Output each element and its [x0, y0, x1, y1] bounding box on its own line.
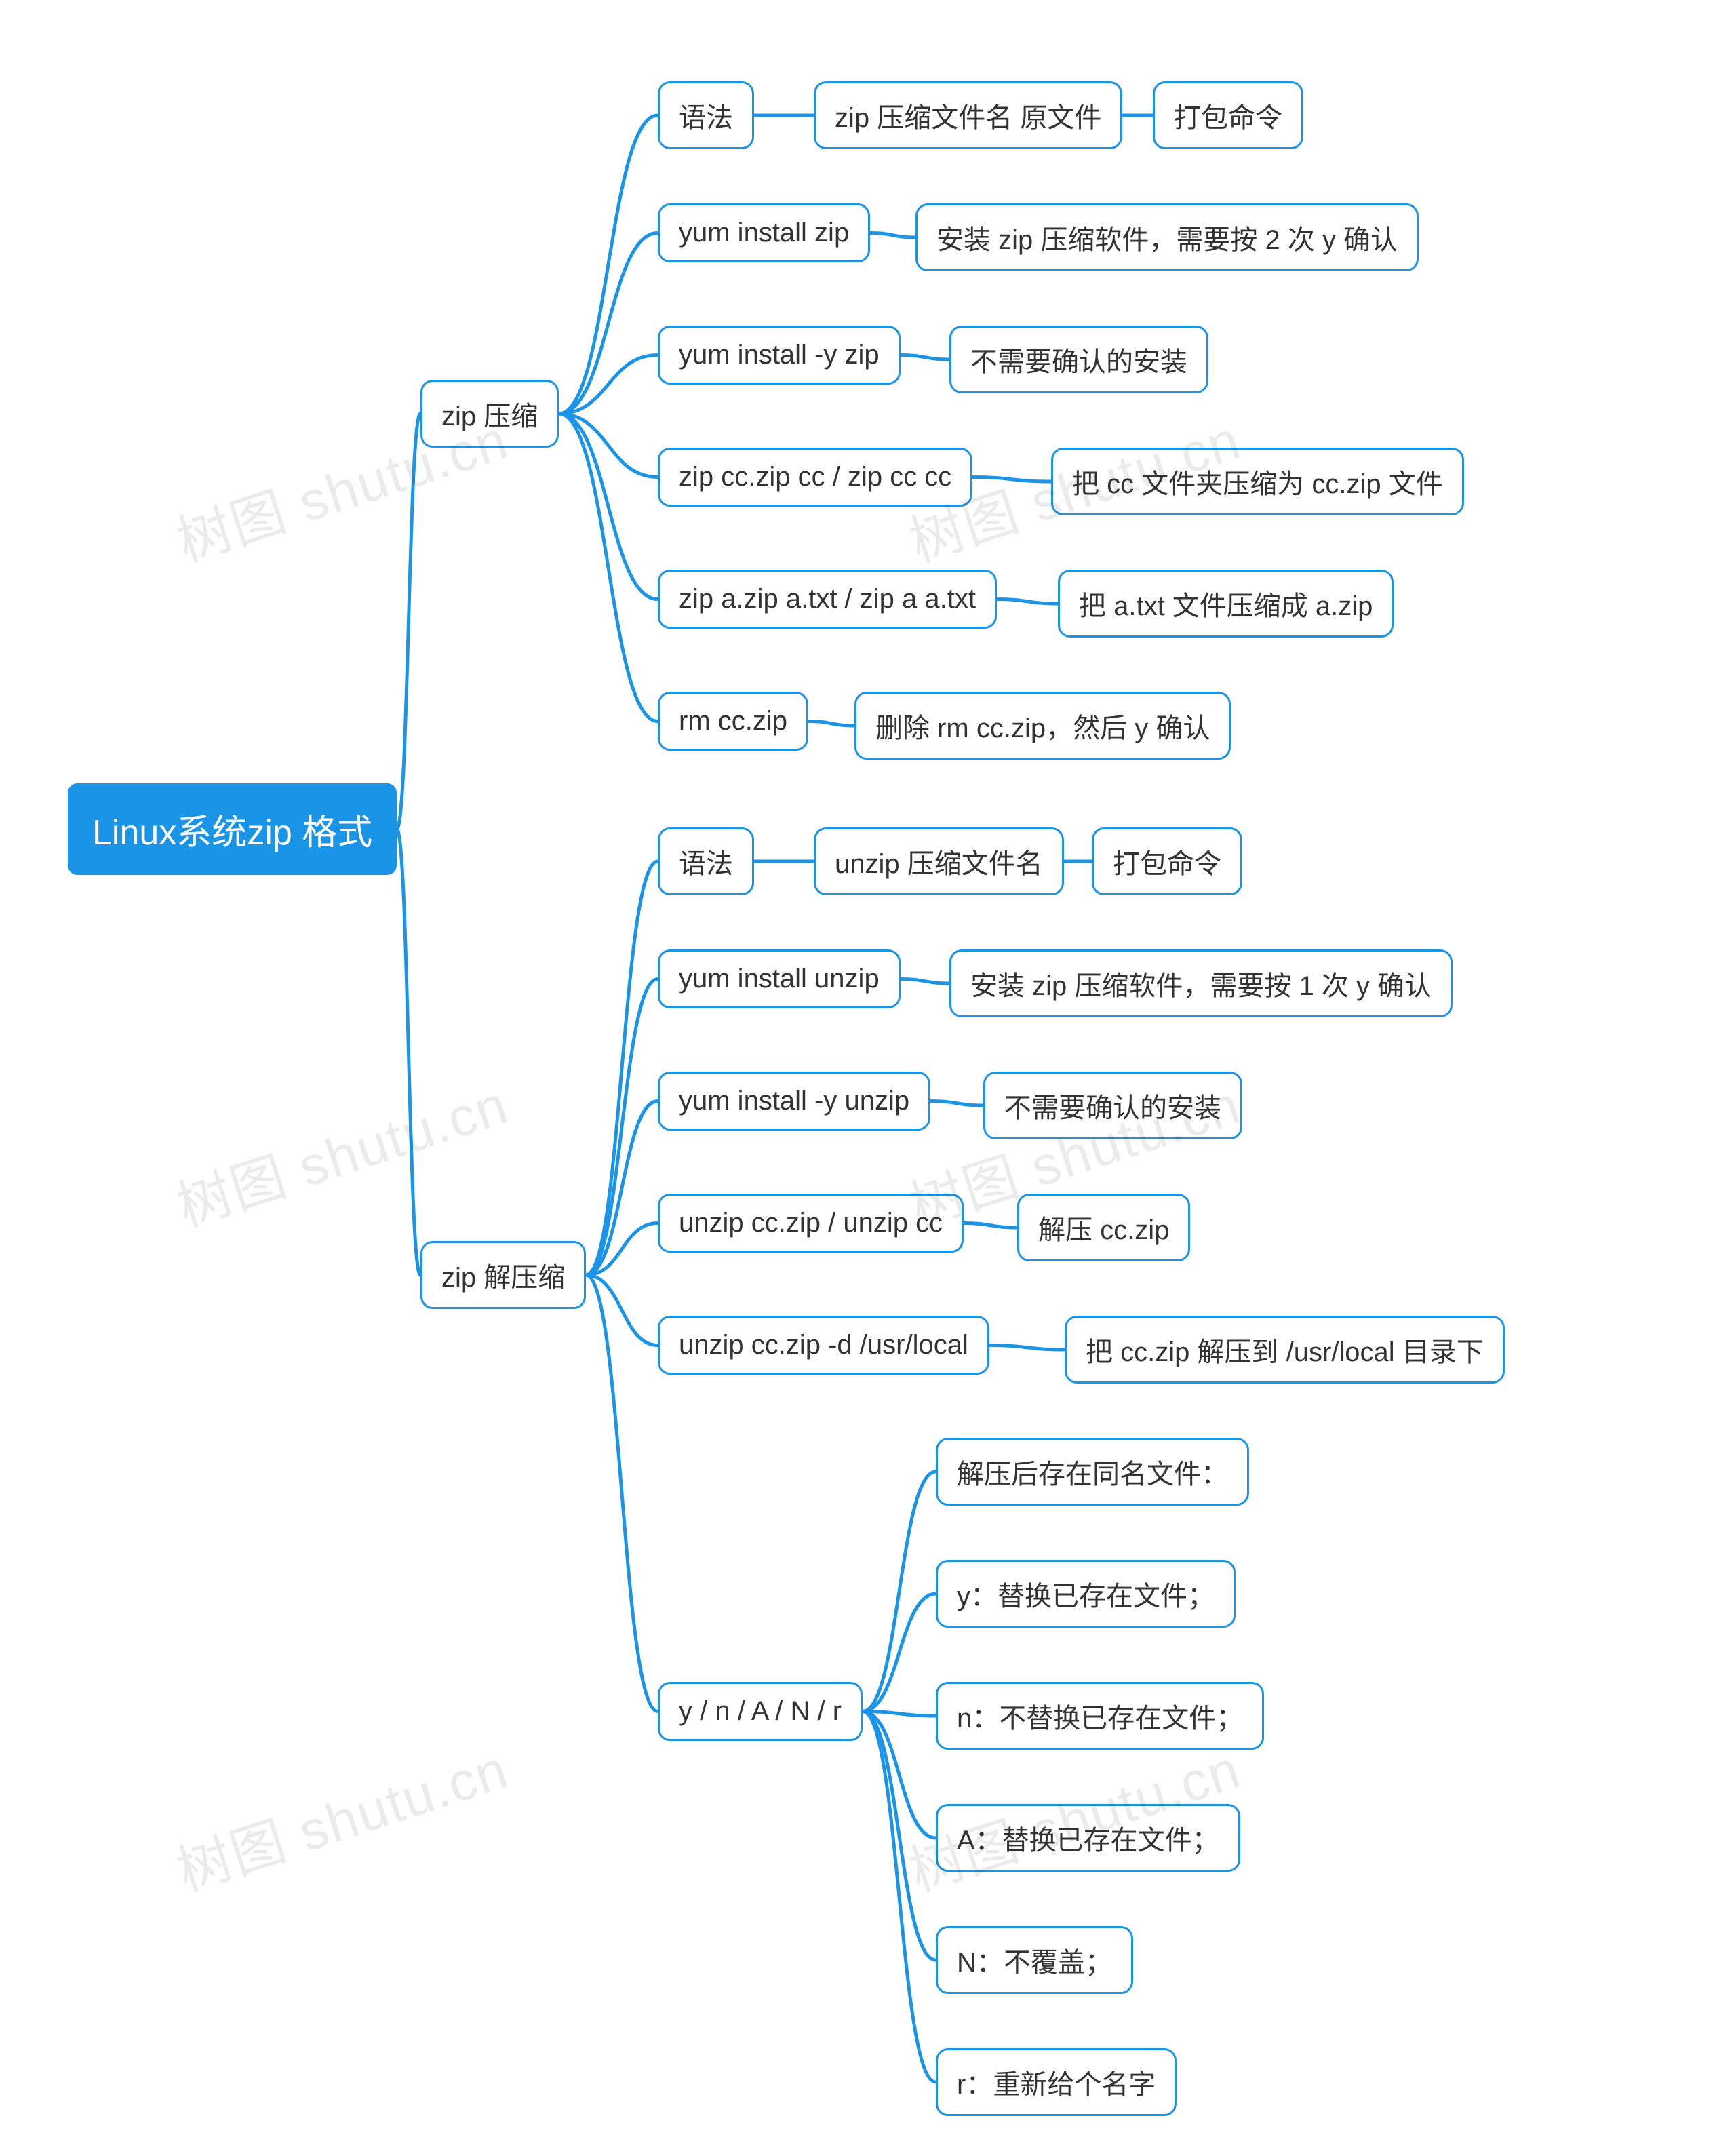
node-rm-cczip: rm cc.zip [658, 692, 808, 751]
node-unzip-syntax-detail: unzip 压缩文件名 [814, 827, 1064, 895]
node-install-note-1: 安装 zip 压缩软件，需要按 1 次 y 确认 [949, 949, 1453, 1017]
node-ynANr: y / n / A / N / r [658, 1682, 863, 1741]
node-unzip-cc: 解压 cc.zip [1017, 1194, 1190, 1261]
node-rm-confirm: 删除 rm cc.zip，然后 y 确认 [854, 692, 1231, 760]
root-node: Linux系统zip 格式 [68, 783, 397, 875]
node-syntax-detail-1: zip 压缩文件名 原文件 [814, 81, 1122, 149]
node-A-replace: A：替换已存在文件； [936, 1804, 1240, 1872]
node-n-noreplace: n：不替换已存在文件； [936, 1682, 1264, 1750]
node-zip-cczip: zip cc.zip cc / zip cc cc [658, 448, 972, 507]
node-yum-install-y-zip: yum install -y zip [658, 326, 901, 385]
node-unzip-cczip: unzip cc.zip / unzip cc [658, 1194, 964, 1253]
node-pack-cmd-2: 打包命令 [1092, 827, 1242, 895]
branch-zip-decompress: zip 解压缩 [420, 1241, 586, 1309]
node-r-rename: r：重新给个名字 [936, 2048, 1177, 2116]
node-unzip-to-usrlocal: 把 cc.zip 解压到 /usr/local 目录下 [1065, 1316, 1505, 1384]
node-unzip-d: unzip cc.zip -d /usr/local [658, 1316, 989, 1375]
branch-zip-compress: zip 压缩 [420, 380, 559, 448]
node-syntax-2: 语法 [658, 827, 754, 895]
node-yum-install-zip: yum install zip [658, 203, 870, 262]
node-pack-cmd-1: 打包命令 [1153, 81, 1303, 149]
node-yum-install-unzip: yum install unzip [658, 949, 901, 1008]
node-no-confirm-2: 不需要确认的安装 [983, 1072, 1242, 1139]
node-yum-install-y-unzip: yum install -y unzip [658, 1072, 930, 1131]
watermark: 树图 shutu.cn [165, 1726, 517, 1907]
connector-lines [0, 0, 1736, 2137]
node-cc-folder-compress: 把 cc 文件夹压缩为 cc.zip 文件 [1051, 448, 1464, 515]
node-zip-azip: zip a.zip a.txt / zip a a.txt [658, 570, 997, 629]
node-install-note-2: 安装 zip 压缩软件，需要按 2 次 y 确认 [915, 203, 1419, 271]
node-atxt-compress: 把 a.txt 文件压缩成 a.zip [1058, 570, 1394, 638]
node-syntax-1: 语法 [658, 81, 754, 149]
node-same-name-file: 解压后存在同名文件： [936, 1438, 1249, 1506]
node-no-confirm-1: 不需要确认的安装 [949, 326, 1208, 393]
node-y-replace: y：替换已存在文件； [936, 1560, 1236, 1628]
watermark: 树图 shutu.cn [165, 1061, 517, 1242]
node-N-nocover: N：不覆盖； [936, 1926, 1133, 1994]
